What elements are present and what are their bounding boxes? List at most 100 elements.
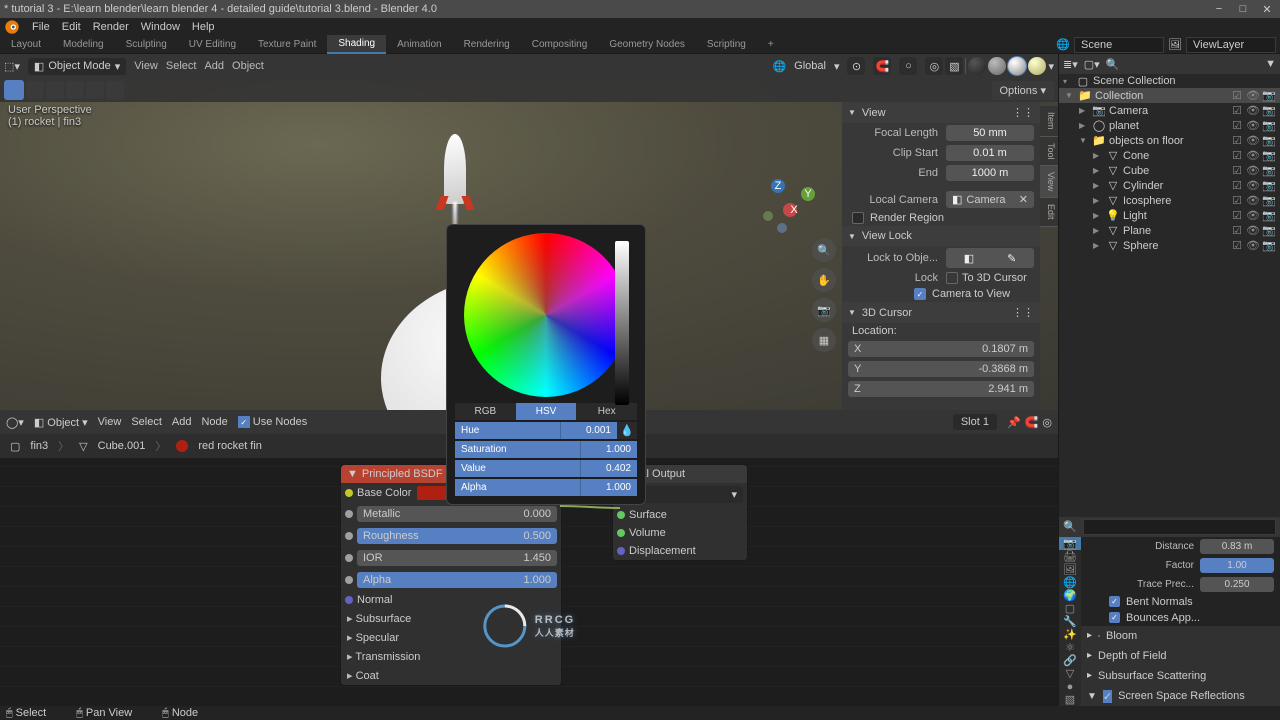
xray-icon[interactable]: ▧ <box>945 57 963 75</box>
tab-modeling[interactable]: Modeling <box>52 36 115 53</box>
use-nodes-toggle[interactable]: ✓Use Nodes <box>238 416 307 429</box>
displacement-socket[interactable] <box>617 547 625 555</box>
dof-section[interactable]: ▸ Depth of Field <box>1081 646 1280 666</box>
props-tab-data[interactable]: ▽ <box>1059 667 1081 680</box>
overlay-icon[interactable]: ◎ <box>1042 416 1052 429</box>
3d-cursor-header[interactable]: ▼3D Cursor⋮⋮ <box>842 302 1040 323</box>
view-lock-header[interactable]: ▼View Lock <box>842 226 1040 246</box>
normal-socket[interactable] <box>345 596 353 604</box>
outliner-row[interactable]: ▼📁Collection☑👁📷 <box>1059 88 1280 103</box>
sss-section[interactable]: ▸ Subsurface Scattering <box>1081 666 1280 686</box>
vp-menu-view[interactable]: View <box>134 60 158 72</box>
outliner-row[interactable]: ▶▽Icosphere☑👁📷 <box>1059 193 1280 208</box>
coat-expand[interactable]: ▸ Coat <box>341 666 561 685</box>
cursor-y-input[interactable]: Y-0.3868 m <box>848 361 1034 377</box>
nav-gizmo[interactable]: Z Y X <box>758 168 828 238</box>
breadcrumb-material[interactable]: red rocket fin <box>198 440 262 452</box>
menu-file[interactable]: File <box>32 21 50 33</box>
select-mode-1[interactable] <box>26 81 44 99</box>
factor-input[interactable]: 1.00 <box>1200 558 1274 573</box>
overlays-icon[interactable]: ◎ <box>925 57 943 75</box>
surface-socket[interactable] <box>617 511 625 519</box>
clip-start-input[interactable]: 0.01 m <box>946 145 1034 161</box>
tab-item[interactable]: Item <box>1040 106 1058 137</box>
bounces-check[interactable]: ✓ <box>1109 612 1120 623</box>
shading-solid-icon[interactable] <box>988 57 1006 75</box>
outliner-row[interactable]: ▶▽Cube☑👁📷 <box>1059 163 1280 178</box>
eyedropper-icon[interactable]: 💧 <box>617 422 637 439</box>
outliner-row[interactable]: ▶◯planet☑👁📷 <box>1059 118 1280 133</box>
local-camera-input[interactable]: ◧ Camera ✕ <box>946 191 1034 208</box>
tab-layout[interactable]: Layout <box>0 36 52 53</box>
menu-window[interactable]: Window <box>141 21 180 33</box>
tab-texture-paint[interactable]: Texture Paint <box>247 36 327 53</box>
shading-material-icon[interactable] <box>1008 57 1026 75</box>
outliner-filter-icon[interactable]: ▼ <box>1265 58 1276 70</box>
proportional-icon[interactable]: ○ <box>899 57 917 75</box>
tab-sculpting[interactable]: Sculpting <box>115 36 178 53</box>
focal-length-input[interactable]: 50 mm <box>946 125 1034 141</box>
chevron-down-icon[interactable]: ▾ <box>1048 60 1054 73</box>
trace-prec-input[interactable]: 0.250 <box>1200 577 1274 592</box>
ne-menu-select[interactable]: Select <box>131 416 162 428</box>
pan-hand-icon[interactable]: ✋ <box>812 268 836 292</box>
tab-geometry-nodes[interactable]: Geometry Nodes <box>598 36 696 53</box>
snap-icon[interactable]: 🧲 <box>1025 416 1039 429</box>
shading-wire-icon[interactable] <box>968 57 986 75</box>
props-tab-viewlayer[interactable]: 🖼 <box>1059 563 1081 576</box>
orientation-select[interactable]: Global <box>794 60 826 72</box>
active-tool-icon[interactable] <box>4 80 24 100</box>
outliner-row[interactable]: ▶▽Cylinder☑👁📷 <box>1059 178 1280 193</box>
pin-icon[interactable]: 📌 <box>1007 416 1021 429</box>
tab-compositing[interactable]: Compositing <box>521 36 599 53</box>
cam-to-view-check[interactable]: ✓ <box>914 288 926 300</box>
tab-edit[interactable]: Edit <box>1040 198 1058 227</box>
viewlayer-name-input[interactable] <box>1186 37 1276 53</box>
editor-type-icon[interactable]: ◯▾ <box>6 416 24 429</box>
render-region-check[interactable] <box>852 212 864 224</box>
bloom-section[interactable]: ▸ Bloom <box>1081 626 1280 646</box>
roughness-socket[interactable] <box>345 532 353 540</box>
tab-scripting[interactable]: Scripting <box>696 36 757 53</box>
tab-tool[interactable]: Tool <box>1040 137 1058 167</box>
sat-input[interactable]: 1.000 <box>581 441 637 458</box>
vp-menu-add[interactable]: Add <box>204 60 224 72</box>
alpha-input[interactable]: Alpha1.000 <box>357 572 557 588</box>
roughness-input[interactable]: Roughness0.500 <box>357 528 557 544</box>
base-color-socket[interactable] <box>345 489 353 497</box>
distance-input[interactable]: 0.83 m <box>1200 539 1274 554</box>
perspective-toggle-icon[interactable]: ▦ <box>812 328 836 352</box>
outliner-row[interactable]: ▼📁objects on floor☑👁📷 <box>1059 133 1280 148</box>
zoom-icon[interactable]: 🔍 <box>812 238 836 262</box>
props-search-icon[interactable]: 🔍 <box>1063 520 1077 533</box>
metallic-input[interactable]: Metallic0.000 <box>357 506 557 522</box>
menu-render[interactable]: Render <box>93 21 129 33</box>
value-input[interactable]: 0.402 <box>581 460 637 477</box>
breadcrumb-mesh[interactable]: Cube.001 <box>98 440 146 452</box>
props-tab-render[interactable]: 📷 <box>1059 537 1081 550</box>
select-mode-5[interactable] <box>106 81 124 99</box>
cursor-z-input[interactable]: Z2.941 m <box>848 381 1034 397</box>
color-wheel[interactable] <box>464 233 628 397</box>
window-maximize-button[interactable]: □ <box>1234 2 1252 16</box>
tab-rendering[interactable]: Rendering <box>453 36 521 53</box>
ne-menu-add[interactable]: Add <box>172 416 192 428</box>
tab-view[interactable]: View <box>1040 166 1058 198</box>
to-3d-cursor-check[interactable] <box>946 272 958 284</box>
ior-socket[interactable] <box>345 554 353 562</box>
orientation-icon[interactable]: 🌐 <box>772 60 786 73</box>
outliner-type-icon[interactable]: ≣▾ <box>1063 58 1078 71</box>
tab-add[interactable]: + <box>757 36 785 53</box>
window-minimize-button[interactable]: − <box>1210 2 1228 16</box>
select-mode-4[interactable] <box>86 81 104 99</box>
ne-menu-view[interactable]: View <box>98 416 122 428</box>
editor-type-icon[interactable]: ⬚▾ <box>4 60 20 73</box>
color-tab-rgb[interactable]: RGB <box>455 403 516 420</box>
props-tab-material[interactable]: ● <box>1059 680 1081 693</box>
tab-animation[interactable]: Animation <box>386 36 452 53</box>
hue-input[interactable]: 0.001 <box>561 422 617 439</box>
metallic-socket[interactable] <box>345 510 353 518</box>
menu-edit[interactable]: Edit <box>62 21 81 33</box>
props-tab-modifiers[interactable]: 🔧 <box>1059 615 1081 628</box>
lock-object-input[interactable]: ◧ ✎ <box>946 248 1034 268</box>
